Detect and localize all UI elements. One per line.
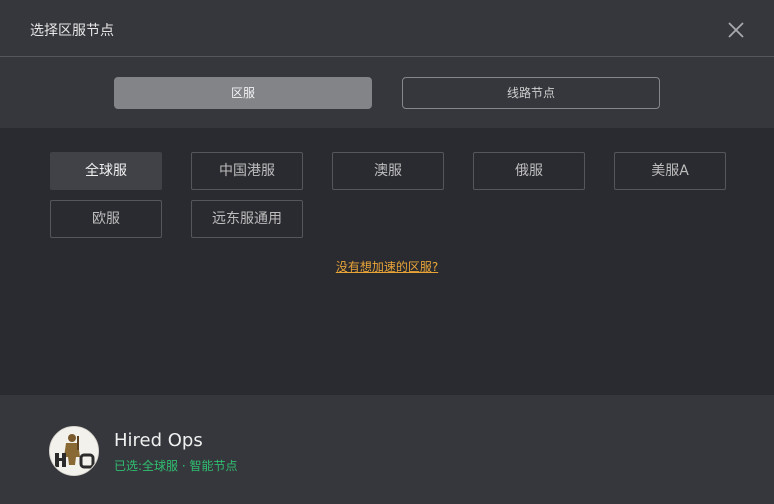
mode-toggle-bar: 区服 线路节点 xyxy=(0,57,774,128)
region-option-us-a[interactable]: 美服A xyxy=(614,152,726,190)
help-link-row: 没有想加速的区服? xyxy=(0,258,774,275)
dialog-footer: Hired Ops 已选:全球服 · 智能节点 xyxy=(0,395,774,504)
game-avatar xyxy=(49,426,99,476)
selected-prefix: 已选: xyxy=(114,459,143,473)
region-option-au[interactable]: 澳服 xyxy=(332,152,444,190)
selected-region-value: 全球服 xyxy=(142,459,179,473)
region-option-global[interactable]: 全球服 xyxy=(50,152,162,190)
dialog-header: 选择区服节点 xyxy=(0,0,774,57)
selected-summary: 已选:全球服 · 智能节点 xyxy=(114,458,238,474)
close-button[interactable] xyxy=(726,20,746,40)
select-region-dialog: 选择区服节点 区服 线路节点 全球服 中国港服 澳服 俄服 美服A 欧服 远东服… xyxy=(0,0,774,504)
tab-region[interactable]: 区服 xyxy=(114,77,372,109)
game-logo-icon xyxy=(50,427,98,475)
game-name: Hired Ops xyxy=(114,430,203,451)
region-option-hk[interactable]: 中国港服 xyxy=(191,152,303,190)
selected-node-value: 智能节点 xyxy=(189,459,238,473)
tab-route-node[interactable]: 线路节点 xyxy=(402,77,660,109)
region-option-far-east[interactable]: 远东服通用 xyxy=(191,200,303,238)
missing-region-link[interactable]: 没有想加速的区服? xyxy=(336,260,438,274)
close-icon xyxy=(728,22,744,38)
region-option-ru[interactable]: 俄服 xyxy=(473,152,585,190)
region-grid: 全球服 中国港服 澳服 俄服 美服A 欧服 远东服通用 没有想加速的区服? xyxy=(0,128,774,395)
dialog-title: 选择区服节点 xyxy=(30,23,114,39)
selected-separator: · xyxy=(181,459,186,473)
region-option-eu[interactable]: 欧服 xyxy=(50,200,162,238)
